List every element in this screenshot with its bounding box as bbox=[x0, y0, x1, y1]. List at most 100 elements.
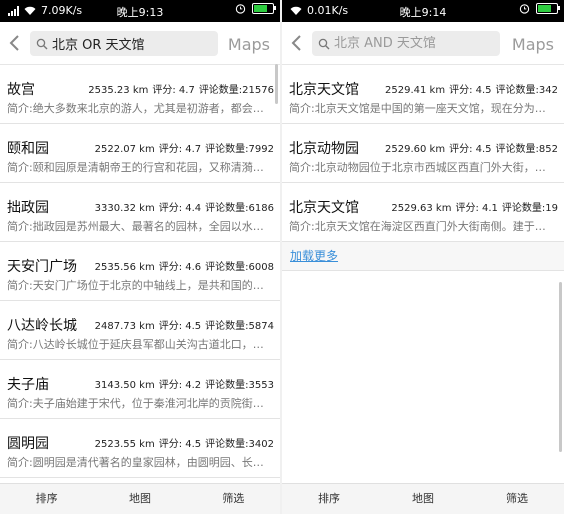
search-box[interactable] bbox=[30, 31, 218, 56]
results-list: 北京天文馆 2529.41 km 评分: 4.5 评论数量:342 简介:北京天文馆是中… bbox=[282, 65, 564, 242]
result-description: 简介:夫子庙始建于宋代，位于秦淮河北岸的贡院街… bbox=[7, 397, 264, 410]
result-item[interactable]: 八达岭长城 2487.73 km 评分: 4.5 评论数量:5874 简介:八达岭长城位… bbox=[0, 301, 280, 360]
result-rating: 评分: 4.7 bbox=[152, 85, 195, 96]
result-meta: 3330.32 km 评分: 4.4 评论数量:6186 bbox=[91, 199, 274, 214]
search-icon bbox=[36, 38, 48, 49]
search-box[interactable] bbox=[312, 31, 500, 56]
result-title: 故宫 bbox=[7, 82, 35, 98]
result-description: 简介:圆明园是清代著名的皇家园林，由圆明园、长… bbox=[7, 456, 264, 469]
result-description: 简介:绝大多数来北京的游人，尤其是初游者，都会… bbox=[7, 102, 264, 115]
result-rating: 评分: 4.5 bbox=[449, 85, 492, 96]
result-item[interactable]: 夫子庙 3143.50 km 评分: 4.2 评论数量:3553 简介:夫子庙始建于宋代… bbox=[0, 360, 280, 419]
load-more-link[interactable]: 加载更多 bbox=[282, 242, 564, 271]
result-rating: 评分: 4.5 bbox=[158, 321, 202, 332]
result-meta: 2535.56 km 评分: 4.6 评论数量:6008 bbox=[91, 258, 274, 273]
battery-icon bbox=[536, 3, 560, 14]
map-tab[interactable]: 地图 bbox=[376, 484, 470, 514]
search-bar: Maps bbox=[0, 22, 280, 65]
result-item[interactable]: 天安门广场 2535.56 km 评分: 4.6 评论数量:6008 简介:天安门广场位… bbox=[0, 242, 280, 301]
result-description: 简介:拙政园是苏州最大、最著名的园林，全园以水… bbox=[7, 220, 264, 233]
result-rating: 评分: 4.5 bbox=[158, 439, 202, 450]
right-screen: 0.01K/s 晚上9:14 Maps 北京天文馆2529.41 km评分: 4… bbox=[282, 0, 564, 514]
result-reviews: 评论数量:3402 bbox=[205, 439, 274, 450]
result-description: 简介:颐和园原是清朝帝王的行宫和花园，又称清漪… bbox=[7, 161, 264, 174]
result-rating: 评分: 4.1 bbox=[455, 203, 498, 214]
result-reviews: 评论数量:3553 bbox=[205, 380, 274, 391]
result-rating: 评分: 4.4 bbox=[158, 203, 202, 214]
sort-tab[interactable]: 排序 bbox=[282, 484, 376, 514]
result-reviews: 评论数量:21576 bbox=[198, 85, 274, 96]
search-input[interactable] bbox=[52, 36, 212, 51]
result-item[interactable]: 拙政园 3330.32 km 评分: 4.4 评论数量:6186 简介:拙政园是苏州最大… bbox=[0, 183, 280, 242]
result-meta: 2487.73 km 评分: 4.5 评论数量:5874 bbox=[91, 317, 274, 332]
result-reviews: 评论数量:852 bbox=[495, 144, 558, 155]
result-title: 北京天文馆 bbox=[289, 82, 359, 98]
result-title: 颐和园 bbox=[7, 141, 49, 157]
result-title: 北京天文馆 bbox=[289, 200, 359, 216]
result-item[interactable]: 北京动物园 2529.60 km 评分: 4.5 评论数量:852 简介:北京动物园位于… bbox=[282, 124, 564, 183]
result-description: 简介:八达岭长城位于延庆县军都山关沟古道北口，… bbox=[7, 338, 264, 351]
result-item[interactable]: 北京天文馆 2529.63 km 评分: 4.1 评论数量:19 简介:北京天文馆在海淀… bbox=[282, 183, 564, 242]
result-title: 夫子庙 bbox=[7, 377, 49, 393]
result-item[interactable]: 北京天文馆 2529.41 km 评分: 4.5 评论数量:342 简介:北京天文馆是中… bbox=[282, 65, 564, 124]
result-title: 圆明园 bbox=[7, 436, 49, 452]
bottom-toolbar: 排序 地图 筛选 bbox=[282, 483, 564, 514]
result-reviews: 评论数量:342 bbox=[495, 85, 558, 96]
result-distance: 2522.07 km bbox=[94, 144, 155, 155]
scrollbar[interactable] bbox=[559, 282, 562, 452]
result-reviews: 评论数量:6008 bbox=[205, 262, 274, 273]
result-meta: 2529.41 km 评分: 4.5 评论数量:342 bbox=[381, 81, 558, 96]
result-description: 简介:北京天文馆在海淀区西直门外大街南侧。建于… bbox=[289, 220, 546, 233]
result-meta: 3143.50 km 评分: 4.2 评论数量:3553 bbox=[91, 376, 274, 391]
result-distance: 3330.32 km bbox=[94, 203, 155, 214]
bottom-toolbar: 排序 地图 筛选 bbox=[0, 483, 280, 514]
filter-tab[interactable]: 筛选 bbox=[187, 484, 280, 514]
filter-tab[interactable]: 筛选 bbox=[470, 484, 564, 514]
result-meta: 2523.55 km 评分: 4.5 评论数量:3402 bbox=[91, 435, 274, 450]
result-item[interactable]: 圆明园 2523.55 km 评分: 4.5 评论数量:3402 简介:圆明园是清代著名… bbox=[0, 419, 280, 478]
result-rating: 评分: 4.2 bbox=[158, 380, 202, 391]
result-reviews: 评论数量:6186 bbox=[205, 203, 274, 214]
search-input[interactable] bbox=[334, 36, 494, 51]
result-item[interactable]: 故宫 2535.23 km 评分: 4.7 评论数量:21576 简介:绝大多数来北京的… bbox=[0, 65, 280, 124]
back-arrow-icon[interactable] bbox=[4, 31, 26, 55]
result-title: 八达岭长城 bbox=[7, 318, 77, 334]
result-distance: 2535.23 km bbox=[88, 85, 149, 96]
search-icon bbox=[318, 38, 330, 49]
scrollbar[interactable] bbox=[275, 64, 278, 104]
result-meta: 2522.07 km 评分: 4.7 评论数量:7992 bbox=[91, 140, 274, 155]
result-rating: 评分: 4.6 bbox=[158, 262, 202, 273]
status-bar: 0.01K/s 晚上9:14 bbox=[282, 0, 564, 22]
result-title: 北京动物园 bbox=[289, 141, 359, 157]
result-distance: 2529.41 km bbox=[385, 85, 446, 96]
result-distance: 2535.56 km bbox=[94, 262, 155, 273]
result-meta: 2529.63 km 评分: 4.1 评论数量:19 bbox=[387, 199, 558, 214]
result-distance: 2523.55 km bbox=[94, 439, 155, 450]
result-distance: 2487.73 km bbox=[94, 321, 155, 332]
result-reviews: 评论数量:5874 bbox=[205, 321, 274, 332]
result-reviews: 评论数量:7992 bbox=[205, 144, 274, 155]
battery-icon bbox=[252, 3, 276, 14]
back-arrow-icon[interactable] bbox=[286, 31, 308, 55]
sort-tab[interactable]: 排序 bbox=[0, 484, 93, 514]
result-distance: 3143.50 km bbox=[94, 380, 155, 391]
left-screen: 7.09K/s 晚上9:13 Maps 故宫2535.23 km评分: 4.7评… bbox=[0, 0, 281, 514]
result-meta: 2535.23 km 评分: 4.7 评论数量:21576 bbox=[84, 81, 274, 96]
result-reviews: 评论数量:19 bbox=[501, 203, 558, 214]
map-tab[interactable]: 地图 bbox=[93, 484, 186, 514]
result-description: 简介:天安门广场位于北京的中轴线上，是共和国的… bbox=[7, 279, 264, 292]
results-list: 故宫 2535.23 km 评分: 4.7 评论数量:21576 简介:绝大多数来北京的… bbox=[0, 65, 280, 478]
result-rating: 评分: 4.7 bbox=[158, 144, 202, 155]
result-description: 简介:北京天文馆是中国的第一座天文馆，现在分为… bbox=[289, 102, 546, 115]
result-item[interactable]: 颐和园 2522.07 km 评分: 4.7 评论数量:7992 简介:颐和园原是清朝帝… bbox=[0, 124, 280, 183]
result-description: 简介:北京动物园位于北京市西城区西直门外大街，… bbox=[289, 161, 546, 174]
maps-button[interactable]: Maps bbox=[228, 35, 270, 54]
status-bar: 7.09K/s 晚上9:13 bbox=[0, 0, 280, 22]
search-bar: Maps bbox=[282, 22, 564, 65]
result-meta: 2529.60 km 评分: 4.5 评论数量:852 bbox=[381, 140, 558, 155]
result-title: 天安门广场 bbox=[7, 259, 77, 275]
result-distance: 2529.60 km bbox=[385, 144, 446, 155]
result-distance: 2529.63 km bbox=[391, 203, 452, 214]
maps-button[interactable]: Maps bbox=[512, 35, 554, 54]
alarm-clock-icon bbox=[235, 4, 246, 14]
